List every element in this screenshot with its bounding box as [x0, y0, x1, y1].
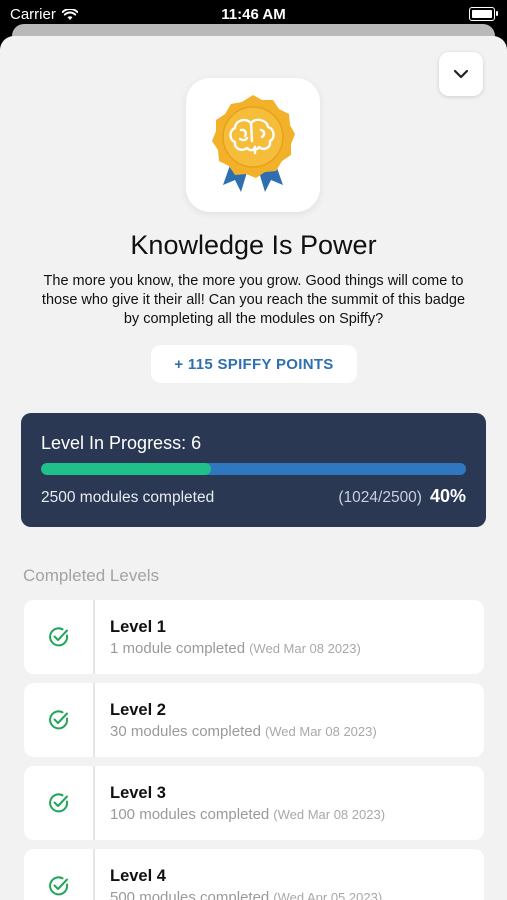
progress-bar [41, 463, 466, 475]
progress-stats: (1024/2500) 40% [338, 486, 466, 507]
progress-count: (1024/2500) [338, 489, 422, 506]
level-item[interactable]: Level 4 500 modules completed (Wed Apr 05… [24, 849, 484, 900]
level-detail: 100 modules completed (Wed Mar 08 2023) [110, 806, 386, 823]
divider [93, 849, 95, 900]
level-item[interactable]: Level 2 30 modules completed (Wed Mar 08 … [24, 683, 484, 757]
badge-detail-sheet: Knowledge Is Power The more you know, th… [0, 36, 507, 900]
completed-levels-list: Level 1 1 module completed (Wed Mar 08 20… [24, 600, 484, 900]
level-date: (Wed Mar 08 2023) [264, 724, 377, 739]
check-circle-icon [49, 627, 69, 647]
level-date: (Wed Apr 05 2023) [273, 890, 383, 900]
level-item[interactable]: Level 3 100 modules completed (Wed Mar 08… [24, 766, 484, 840]
level-name: Level 2 [110, 701, 166, 719]
spiffy-points-button[interactable]: + 115 SPIFFY POINTS [151, 345, 357, 383]
level-in-progress-title: Level In Progress: 6 [41, 433, 202, 453]
check-circle-icon [49, 710, 69, 730]
badge-title: Knowledge Is Power [130, 230, 377, 260]
level-name: Level 1 [110, 618, 166, 636]
completed-levels-heading: Completed Levels [23, 566, 160, 585]
divider [93, 683, 95, 757]
battery-icon [469, 7, 498, 21]
level-detail: 30 modules completed (Wed Mar 08 2023) [110, 723, 377, 740]
badge-description: The more you know, the more you grow. Go… [41, 273, 466, 327]
badge-image-card [186, 78, 320, 212]
level-detail: 500 modules completed (Wed Apr 05 2023) [110, 889, 382, 900]
level-date: (Wed Mar 08 2023) [273, 807, 386, 822]
modules-target-label: 2500 modules completed [41, 489, 215, 506]
divider [93, 766, 95, 840]
progress-percent: 40% [429, 486, 466, 506]
level-item[interactable]: Level 1 1 module completed (Wed Mar 08 20… [24, 600, 484, 674]
level-date: (Wed Mar 08 2023) [249, 641, 361, 656]
level-progress-card: Level In Progress: 6 2500 modules comple… [21, 413, 486, 527]
clock: 11:46 AM [221, 6, 286, 23]
level-name: Level 4 [110, 867, 166, 885]
check-circle-icon [49, 793, 69, 813]
divider [93, 600, 95, 674]
progress-bar-fill [41, 463, 211, 475]
collapse-button[interactable] [439, 52, 483, 96]
brain-ribbon-badge-icon [212, 95, 295, 192]
chevron-down-icon [453, 69, 469, 79]
level-name: Level 3 [110, 784, 166, 802]
level-detail: 1 module completed (Wed Mar 08 2023) [110, 640, 361, 657]
check-circle-icon [49, 876, 69, 896]
